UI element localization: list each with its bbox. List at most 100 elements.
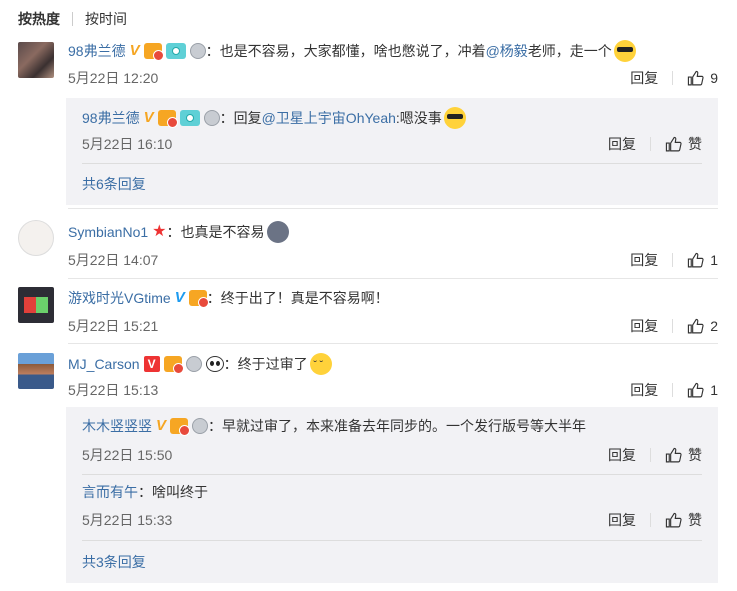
medal-badge-icon <box>189 43 206 59</box>
logo-shape <box>24 297 36 313</box>
divider <box>68 343 718 344</box>
comment-time: 5月22日 15:21 <box>68 318 159 334</box>
crying-emoji-icon <box>309 353 332 376</box>
reply-time: 5月22日 15:50 <box>82 447 173 463</box>
more-replies-link[interactable]: 共3条回复 <box>82 552 146 572</box>
like-label: 赞 <box>688 512 702 528</box>
like-button[interactable]: 赞 <box>665 445 702 465</box>
reply-button[interactable]: 回复 <box>608 510 636 530</box>
reply-prefix: ：回复 <box>219 110 262 126</box>
thumbs-up-icon <box>688 318 704 333</box>
reply-text: ：啥叫终于 <box>138 484 208 500</box>
sunglasses-emoji-icon <box>443 107 466 129</box>
comment-item: 98弗兰德 V ：也是不容易，大家都懂，啥也憋说了，冲着 @杨毅 老师，走一个 … <box>18 40 718 207</box>
divider <box>82 163 702 164</box>
comment-time: 5月22日 15:13 <box>68 382 159 398</box>
reply-text: ：早就过审了，本来准备去年同步的。一个发行版号等大半年 <box>208 418 587 434</box>
verified-badge-icon: V <box>143 109 154 126</box>
like-label: 赞 <box>688 447 702 463</box>
reply-button[interactable]: 回复 <box>630 68 658 88</box>
comment-username[interactable]: 游戏时光VGtime <box>68 288 171 308</box>
divider <box>672 253 674 267</box>
reply-time: 5月22日 15:33 <box>82 512 173 528</box>
avatar[interactable] <box>18 353 54 389</box>
panda-badge-icon <box>205 356 224 372</box>
camera-badge-icon <box>165 43 186 59</box>
comment-text: ：终于过审了 <box>223 356 308 372</box>
reply-username[interactable]: 木木竖竖竖 <box>82 416 152 436</box>
thumbs-up-icon <box>688 252 704 267</box>
comment-username[interactable]: MJ_Carson <box>68 354 140 374</box>
level-badge-icon <box>188 290 209 308</box>
medal-badge-icon <box>192 418 209 434</box>
verified-badge-icon: V <box>174 289 185 306</box>
sort-by-time-tab[interactable]: 按时间 <box>85 9 127 29</box>
divider <box>672 383 674 397</box>
verified-badge-icon: V <box>143 356 160 372</box>
avatar[interactable] <box>18 220 54 256</box>
thumbs-up-icon <box>665 136 682 151</box>
medal-badge-icon <box>185 356 202 372</box>
more-replies-link[interactable]: 共6条回复 <box>82 174 146 194</box>
avatar[interactable] <box>18 287 54 323</box>
like-label: 赞 <box>688 136 702 152</box>
thumbs-up-icon <box>665 512 682 527</box>
thumbs-up-icon <box>688 382 704 397</box>
like-button[interactable]: 2 <box>687 318 718 335</box>
divider <box>82 474 702 475</box>
camera-badge-icon <box>179 110 200 126</box>
thumbs-up-icon <box>665 447 682 462</box>
comment-item: MJ_Carson V ：终于过审了 5月22日 15:13 回复 1 木木竖竖… <box>18 353 718 583</box>
verified-badge-icon: V <box>129 42 140 59</box>
reply-username[interactable]: 98弗兰德 <box>82 108 140 128</box>
shocked-emoji-icon <box>266 221 289 243</box>
avatar[interactable] <box>18 42 54 78</box>
like-count: 1 <box>710 252 718 268</box>
thumbs-up-icon <box>688 70 704 85</box>
reply-button[interactable]: 回复 <box>630 316 658 336</box>
comment-username[interactable]: SymbianNo1 <box>68 222 148 242</box>
level-badge-icon <box>170 418 191 436</box>
divider <box>650 448 651 462</box>
mention-link[interactable]: @卫星上宇宙OhYeah <box>262 108 396 128</box>
like-button[interactable]: 1 <box>687 252 718 269</box>
logo-shape <box>36 297 48 313</box>
comment-time: 5月22日 12:20 <box>68 70 159 86</box>
comment-time: 5月22日 14:07 <box>68 252 159 268</box>
divider <box>672 71 674 85</box>
like-button[interactable]: 赞 <box>665 134 702 154</box>
comment-text-tail: 老师，走一个 <box>527 43 612 59</box>
like-count: 1 <box>710 382 718 398</box>
reply-button[interactable]: 回复 <box>630 250 658 270</box>
level-badge-icon <box>163 356 184 374</box>
like-button[interactable]: 9 <box>687 70 718 87</box>
sort-bar: 按热度 按时间 <box>18 9 127 29</box>
like-button[interactable]: 1 <box>687 382 718 399</box>
reply-button[interactable]: 回复 <box>608 445 636 465</box>
comment-username[interactable]: 98弗兰德 <box>68 41 126 61</box>
comment-item: 游戏时光VGtime V ：终于出了！真是不容易啊！ 5月22日 15:21 回… <box>18 287 718 337</box>
sort-by-hot-tab[interactable]: 按热度 <box>18 9 60 29</box>
comment-text: ：也是不容易，大家都懂，啥也憋说了，冲着 <box>205 43 486 59</box>
divider <box>72 12 73 26</box>
like-count: 2 <box>710 318 718 334</box>
divider <box>650 513 651 527</box>
replies-box: 98弗兰德 V ：回复 @卫星上宇宙OhYeah :嗯没事 5月22日 16:1… <box>66 98 718 205</box>
like-count: 9 <box>710 70 718 86</box>
comment-text: ：也真是不容易 <box>166 224 265 240</box>
mention-link[interactable]: @杨毅 <box>486 41 528 61</box>
reply-username[interactable]: 言而有午 <box>82 482 138 502</box>
divider <box>650 137 651 151</box>
divider <box>68 278 718 279</box>
reply-text: :嗯没事 <box>395 110 442 126</box>
replies-box: 木木竖竖竖 V ：早就过审了，本来准备去年同步的。一个发行版号等大半年 5月22… <box>66 407 718 583</box>
reply-time: 5月22日 16:10 <box>82 136 173 152</box>
divider <box>672 319 674 333</box>
reply-button[interactable]: 回复 <box>630 380 658 400</box>
level-badge-icon <box>157 110 178 128</box>
reply-button[interactable]: 回复 <box>608 134 636 154</box>
comment-text: ：终于出了！真是不容易啊！ <box>206 290 389 306</box>
divider <box>68 208 718 209</box>
star-badge-icon: ★ <box>152 223 167 240</box>
like-button[interactable]: 赞 <box>665 510 702 530</box>
